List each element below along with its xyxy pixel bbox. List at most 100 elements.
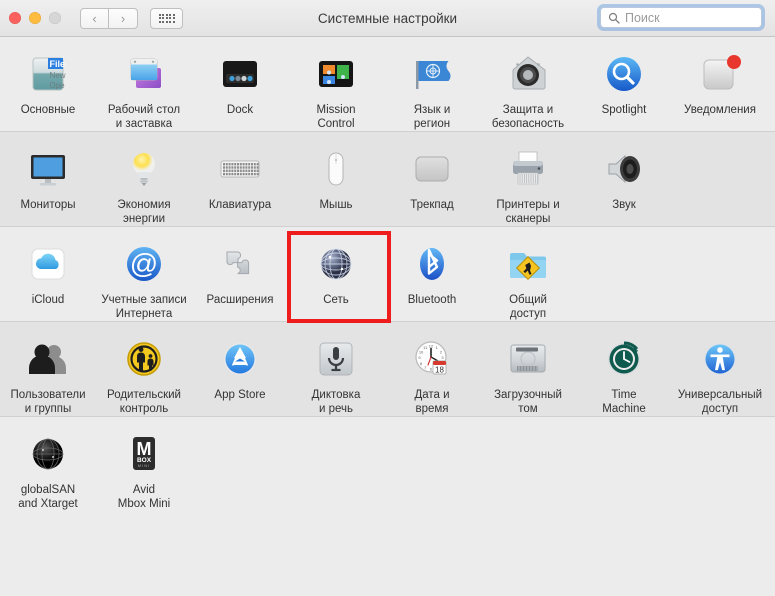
pref-pane-label: Spotlight [601,104,647,116]
preference-row: globalSAN and Xtarget M BOX MINI Avid Mbox … [0,417,775,511]
security-house-icon [504,50,552,98]
svg-text:@: @ [130,248,158,279]
pref-pane-dictation[interactable]: Диктовка и речь [288,332,384,416]
pref-pane-keyboard[interactable]: Клавиатура [192,142,288,212]
pref-pane-label: Сеть [323,294,349,306]
pref-pane-startupdisk[interactable]: Загрузочный том [480,332,576,416]
pref-pane-dock[interactable]: Dock [192,47,288,117]
pref-pane-icloud[interactable]: iCloud [0,237,96,307]
pref-pane-label: Time Machine [602,389,646,415]
system-preferences-window: ‹ › Системные настройки Поиск File New O… [0,0,775,596]
pref-pane-language[interactable]: Язык и регион [384,47,480,131]
pref-pane-label: Пользователи и группы [10,389,86,415]
pref-pane-users[interactable]: Пользователи и группы [0,332,96,416]
bluetooth-icon [408,240,456,288]
pref-pane-accounts[interactable]: @ Учетные записи Интернета [96,237,192,321]
pref-pane-extensions[interactable]: Расширения [192,237,288,307]
traffic-light-group [9,12,61,24]
hard-disk-icon [504,335,552,383]
preference-pane-grid: File New Ope Основные Рабочий стол и заста… [0,37,775,596]
pref-pane-label: Защита и безопасность [491,104,565,130]
window-titlebar: ‹ › Системные настройки Поиск [0,0,775,37]
pref-pane-notifications[interactable]: Уведомления [672,47,768,117]
clock-calendar-icon: 121234567891011 18 [408,335,456,383]
preference-row: Пользователи и группы Родительский контрол… [0,322,775,417]
pref-pane-label: Основные [20,104,76,116]
pref-pane-avidmbox[interactable]: M BOX MINI Avid Mbox Mini [96,427,192,511]
pref-pane-accessibility[interactable]: Универсальный доступ [672,332,768,416]
parental-control-icon [120,335,168,383]
zoom-button[interactable] [49,12,61,24]
lightbulb-icon [120,145,168,193]
svg-text:MINI: MINI [138,463,150,468]
pref-pane-sound[interactable]: Звук [576,142,672,212]
pref-pane-label: Клавиатура [208,199,272,211]
pref-pane-datetime[interactable]: 121234567891011 18 Дата ивремя [384,332,480,416]
network-globe-icon [312,240,360,288]
trackpad-icon [408,145,456,193]
keyboard-icon [216,145,264,193]
mouse-icon [312,145,360,193]
pref-pane-parental[interactable]: Родительский контроль [96,332,192,416]
app-store-icon [216,335,264,383]
accessibility-icon [696,335,744,383]
pref-pane-label: Avid Mbox Mini [117,484,171,510]
pref-pane-mission[interactable]: Mission Control [288,47,384,131]
pref-pane-mouse[interactable]: Мышь [288,142,384,212]
pref-pane-network[interactable]: Сеть [287,231,391,323]
pref-pane-label: Расширения [206,294,274,306]
users-group-icon [24,335,72,383]
sharing-folder-icon [504,240,552,288]
svg-text:File: File [50,59,66,69]
back-button[interactable]: ‹ [80,7,109,29]
globalsan-globe-icon [24,430,72,478]
pref-pane-desktop[interactable]: Рабочий стол и заставка [96,47,192,131]
pref-pane-trackpad[interactable]: Трекпад [384,142,480,212]
svg-text:Ope: Ope [50,81,66,90]
notifications-badge-icon [696,50,744,98]
preference-row: Мониторы Экономия энергии Клавиатура Мышь… [0,132,775,227]
chevron-left-icon: ‹ [92,10,97,26]
pref-pane-label: Мониторы [20,199,76,211]
forward-button[interactable]: › [109,7,138,29]
pref-pane-appstore[interactable]: App Store [192,332,288,402]
pref-pane-label: Mission Control [316,104,356,130]
svg-text:New: New [50,71,66,80]
search-icon [608,12,620,24]
preference-row: iCloud @ Учетные записи Интернета Расширен… [0,227,775,323]
pref-pane-energy[interactable]: Экономия энергии [96,142,192,226]
pref-pane-printers[interactable]: Принтеры и сканеры [480,142,576,226]
close-button[interactable] [9,12,21,24]
mission-control-icon [312,50,360,98]
pref-pane-timemachine[interactable]: Time Machine [576,332,672,416]
pref-pane-label: Уведомления [684,104,756,116]
pref-pane-displays[interactable]: Мониторы [0,142,96,212]
pref-pane-globalsan[interactable]: globalSAN and Xtarget [0,427,96,511]
search-placeholder: Поиск [625,10,660,25]
preference-row: File New Ope Основные Рабочий стол и заста… [0,37,775,132]
avid-mbox-icon: M BOX MINI [120,430,168,478]
pref-pane-spotlight[interactable]: Spotlight [576,47,672,117]
pref-pane-label: Загрузочный том [494,389,562,415]
speaker-icon [600,145,648,193]
show-all-button[interactable] [150,7,183,29]
pref-pane-security[interactable]: Защита и безопасность [480,47,576,131]
search-field-wrapper[interactable]: Поиск [597,4,765,31]
dock-icon [216,50,264,98]
pref-pane-label: App Store [214,389,266,401]
svg-text:M: M [137,439,152,459]
pref-pane-bluetooth[interactable]: Bluetooth [384,237,480,307]
pref-pane-general[interactable]: File New Ope Основные [0,47,96,117]
icloud-icon [24,240,72,288]
pref-pane-label: Учетные записи Интернета [101,294,187,320]
spotlight-magnifier-icon [600,50,648,98]
search-field[interactable]: Поиск [600,7,762,28]
pref-pane-label: Родительский контроль [107,389,181,415]
pref-pane-label: iCloud [31,294,65,306]
pref-pane-label: Дата и время [414,389,450,415]
pref-pane-label: Универсальный доступ [677,389,763,415]
time-machine-icon [600,335,648,383]
pref-pane-label: Принтеры и сканеры [496,199,560,225]
pref-pane-sharing[interactable]: Общий доступ [480,237,576,321]
minimize-button[interactable] [29,12,41,24]
